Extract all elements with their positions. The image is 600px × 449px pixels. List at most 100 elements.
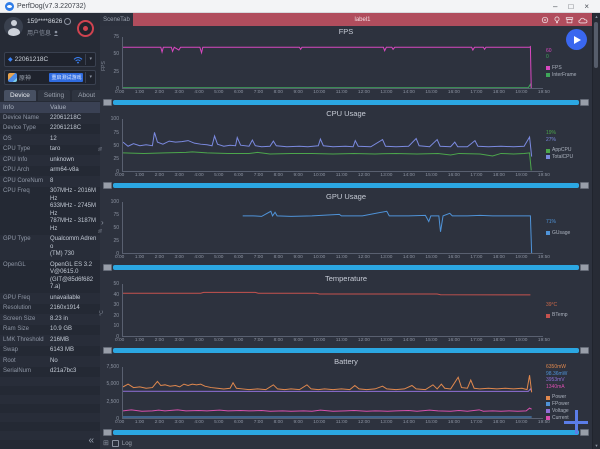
legend-item[interactable]: GUsage — [546, 230, 590, 237]
row-key: Resolution — [3, 305, 32, 311]
y-tick: 0 — [116, 333, 119, 340]
legend-item[interactable]: AppCPU — [546, 147, 590, 154]
chart-title: CPU Usage — [326, 109, 366, 119]
series-power — [123, 375, 532, 392]
legend-item[interactable]: FPS — [546, 65, 590, 72]
close-button[interactable]: × — [584, 0, 589, 13]
table-row: GPU Type Qualcomm Adreno (TM) 730 — [0, 234, 100, 260]
row-value — [47, 395, 100, 404]
tab-about[interactable]: About — [72, 90, 102, 101]
panel-toggle-icon[interactable]: ⊞ — [103, 440, 109, 447]
chart-current-values: 6350mW 98.36mW 3953mV 1340mA — [546, 364, 590, 390]
x-tick: 3:00 — [174, 420, 184, 426]
row-key: CPU Freq — [3, 188, 30, 194]
bulb-icon[interactable] — [553, 16, 561, 24]
current-value: 27% — [546, 136, 557, 143]
chart-scrollbar[interactable] — [103, 181, 589, 190]
chart-plot[interactable] — [122, 37, 543, 90]
scrollbar-thumb[interactable] — [594, 22, 598, 68]
scrollbar-right-handle[interactable] — [580, 99, 589, 107]
chart-plot[interactable] — [122, 284, 543, 337]
row-key: OpenGL — [3, 261, 26, 268]
record-button[interactable] — [77, 20, 94, 37]
x-tick: 19:50 — [537, 255, 550, 261]
x-tick: 4:00 — [194, 255, 204, 261]
x-tick: 10:00 — [313, 255, 326, 261]
device-table-body: Device Name 22061218C Device Type 22061218C… — [0, 113, 100, 449]
table-row: CPU Type taro — [0, 144, 100, 155]
collapse-panel-button[interactable]: « — [88, 436, 94, 446]
chart-canvas — [123, 284, 543, 335]
scrollbar-right-handle[interactable] — [580, 346, 589, 354]
legend-item[interactable]: InterFrame — [546, 72, 590, 79]
table-row — [0, 404, 100, 413]
x-tick: 1:00 — [134, 337, 145, 343]
scrollbar-track[interactable] — [113, 182, 579, 188]
scene-bar: SceneTab label1 — [100, 13, 592, 26]
x-tick: 4:00 — [194, 420, 204, 426]
scrollbar-track[interactable] — [113, 265, 579, 271]
legend-item[interactable]: BTemp — [546, 312, 590, 319]
scrollbar-track[interactable] — [113, 100, 579, 106]
minimize-button[interactable]: – — [553, 0, 557, 13]
x-tick: 2:00 — [154, 172, 164, 178]
scrollbar-track[interactable] — [113, 430, 579, 436]
legend-item[interactable]: Power — [546, 394, 590, 401]
scroll-down-icon[interactable]: ▼ — [593, 443, 600, 448]
chart-plot[interactable] — [122, 119, 543, 172]
table-row — [0, 440, 100, 449]
y-tick: 0 — [116, 251, 119, 258]
chevron-down-icon[interactable]: ▾ — [85, 54, 92, 65]
chart-side-panel: 19% 27% AppCPU TotalCPU — [543, 119, 590, 171]
scrollbar-right-handle[interactable] — [580, 264, 589, 272]
log-checkbox[interactable] — [111, 440, 119, 447]
tab-device[interactable]: Device — [4, 90, 36, 101]
archive-box-icon[interactable] — [565, 16, 574, 24]
legend-item[interactable]: FPower — [546, 401, 590, 408]
zoom-crosshair-icon[interactable] — [564, 410, 588, 434]
legend-item[interactable]: TotalCPU — [546, 154, 590, 161]
scrollbar-left-handle[interactable] — [103, 99, 112, 107]
scrollbar-left-handle[interactable] — [103, 346, 112, 354]
device-selector[interactable]: ◆ 22061218C ▾ — [4, 52, 96, 67]
restart-test-badge[interactable]: 重启测试游戏 — [49, 73, 84, 82]
chart-scrollbar[interactable] — [103, 98, 589, 107]
vertical-scrollbar[interactable]: ▲ ▼ — [592, 13, 600, 449]
scrollbar-right-handle[interactable] — [580, 181, 589, 189]
chart-scrollbar[interactable] — [103, 346, 589, 355]
cloud-icon[interactable] — [578, 16, 588, 24]
scrollbar-left-handle[interactable] — [103, 429, 112, 437]
table-row — [0, 413, 100, 422]
scroll-up-icon[interactable]: ▲ — [593, 14, 600, 19]
row-key — [0, 413, 47, 422]
x-tick: 9:00 — [293, 420, 303, 426]
table-row: CPU Info unknown — [0, 155, 100, 166]
chart-scrollbar[interactable] — [103, 428, 589, 437]
chart-plot[interactable] — [122, 366, 543, 420]
chart-scrollbar[interactable] — [103, 263, 589, 272]
chart-y-axis: 7,500 5,000 2,500 0 — [102, 364, 122, 422]
scene-label-bar[interactable]: label1 — [133, 13, 592, 26]
x-tick: 19:00 — [515, 172, 528, 178]
row-value: 22061218C — [50, 114, 82, 121]
maximize-button[interactable]: □ — [568, 0, 573, 13]
chart-plot[interactable] — [122, 201, 543, 255]
scrollbar-left-handle[interactable] — [103, 264, 112, 272]
x-tick: 6:00 — [233, 172, 244, 178]
chevron-down-icon[interactable]: ▾ — [85, 72, 92, 83]
marker-icon[interactable] — [541, 16, 549, 24]
chart-y-axis-label: % — [98, 228, 105, 234]
user-info-link[interactable]: 用户信息 — [27, 28, 71, 37]
scrollbar-left-handle[interactable] — [103, 181, 112, 189]
x-tick: 14:00 — [402, 337, 415, 343]
scene-tab[interactable]: SceneTab — [100, 13, 133, 26]
row-key: GPU Type — [3, 236, 31, 242]
scrollbar-track[interactable] — [113, 347, 579, 353]
chart-y-axis: % 100 75 50 25 0 — [98, 199, 122, 258]
table-row: SerialNum d21a7bc3 — [0, 366, 100, 377]
expand-panel-icon[interactable]: › — [101, 218, 104, 227]
table-row: GPU Freq unavailable — [0, 293, 100, 304]
app-selector[interactable]: 原神 重启测试游戏 ▾ — [4, 70, 96, 85]
tab-setting[interactable]: Setting — [37, 90, 71, 101]
play-button[interactable] — [566, 29, 587, 50]
